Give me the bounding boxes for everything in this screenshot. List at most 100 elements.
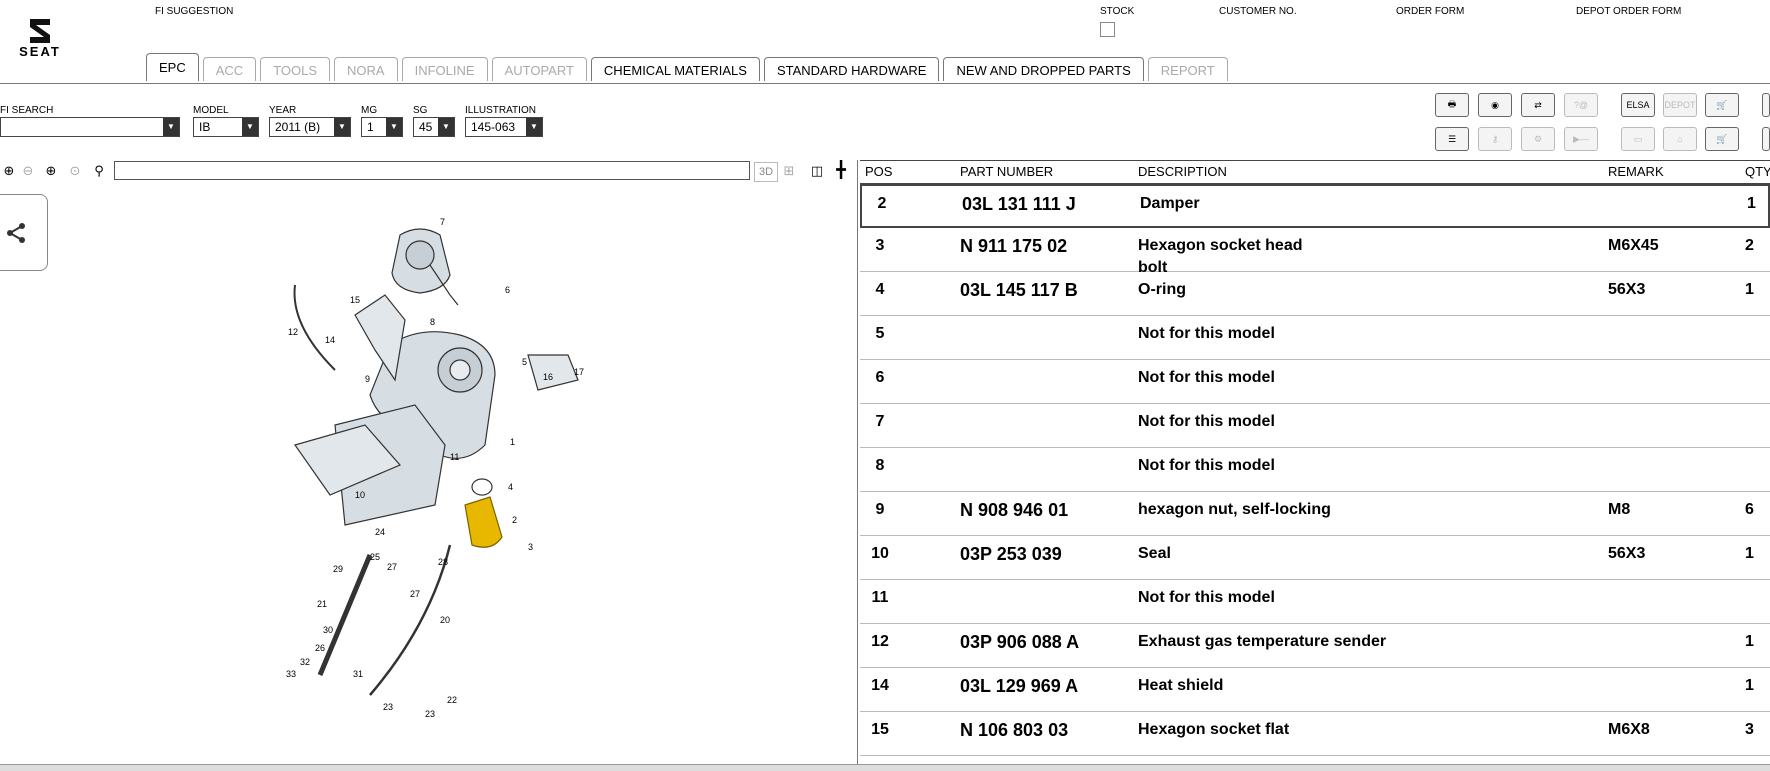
tab-autopart[interactable]: AUTOPART [491,57,587,81]
depot-order-form-link[interactable]: DEPOT ORDER FORM [1576,6,1681,17]
table-row[interactable]: 3N 911 175 02 Hexagon socket head M6X45 2 bo… [860,228,1770,276]
fi-search-select[interactable]: ▼ [0,117,180,137]
cart-button[interactable]: 🛒 [1705,93,1739,117]
tab-acc[interactable]: ACC [202,57,257,81]
screen-button[interactable]: ▭ [1621,127,1655,151]
row-part-number: 03L 131 111 J [962,194,1076,214]
row-description: Hexagon socket flat [1138,721,1290,738]
help-button[interactable]: ?@ [1564,93,1598,117]
row-part-number: 03P 906 088 A [960,632,1080,652]
row-description: Not for this model [1138,589,1275,606]
table-row[interactable]: 5 Not for this model [860,316,1770,360]
fi-suggestion-link[interactable]: FI SUGGESTION [155,6,233,17]
row-qty: 1 [1747,195,1756,212]
list-button[interactable]: ☰ [1435,127,1469,151]
pane-divider[interactable] [857,160,858,770]
more-button[interactable] [1762,93,1770,117]
tab-tools[interactable]: TOOLS [260,57,331,81]
table-row[interactable]: 7 Not for this model [860,404,1770,448]
zoom-fit-icon[interactable]: ⊙ [66,162,84,180]
search-input[interactable] [114,161,750,180]
table-row[interactable]: 9 N 908 946 01 hexagon nut, self-locking M8… [860,492,1770,536]
cart-add-icon: 🛒 [1716,133,1728,144]
col-qty[interactable]: QTY [1745,164,1770,179]
zoom-area-icon[interactable]: ⊕ [42,162,60,180]
illustration-select[interactable]: 145-063 ▼ [465,117,543,137]
table-row[interactable]: 15 N 106 803 03 Hexagon socket flat M6X8 3 [860,712,1770,756]
table-row[interactable]: 8 Not for this model [860,448,1770,492]
elsa-button[interactable]: ELSA [1621,93,1655,117]
callout-label: 12 [288,327,298,337]
damper-highlight[interactable] [464,496,503,548]
list-icon: ☰ [1447,133,1457,144]
callout-label: 11 [450,452,459,462]
year-select[interactable]: 2011 (B) ▼ [269,117,351,137]
tab-epc[interactable]: EPC [146,53,199,81]
row-description: O-ring [1138,281,1186,298]
handshake-button[interactable]: ⇄ [1521,93,1555,117]
row-pos: 14 [871,677,889,694]
model-select[interactable]: IB ▼ [193,117,259,137]
table-row[interactable]: 2 03L 131 111 J Damper 1 [860,184,1770,228]
info-button[interactable]: ◉ [1478,93,1512,117]
tab-report[interactable]: REPORT [1147,57,1228,81]
sg-value: 45 [419,120,433,134]
mg-select[interactable]: 1 ▼ [361,117,403,137]
order-form-link[interactable]: ORDER FORM [1396,6,1464,17]
print-button[interactable]: 🖶 [1435,93,1469,117]
row-part-number: N 106 803 03 [960,720,1069,740]
callout-label: 27 [387,562,397,572]
house-icon: ⌂ [1677,134,1683,144]
search-icon[interactable]: ⚲ [90,162,108,180]
mg-label: MG [361,105,378,116]
row-description: Not for this model [1138,413,1275,430]
transmission-button[interactable]: ⚙ [1521,127,1555,151]
zoom-out-icon[interactable]: ⊖ [19,162,37,180]
table-row[interactable]: 14 03L 129 969 A Heat shield 1 [860,668,1770,712]
table-row[interactable]: 11 Not for this model [860,580,1770,624]
table-row[interactable]: 4 03L 145 117 B O-ring 56X3 1 [860,272,1770,316]
callout-label: 7 [440,217,445,227]
share-panel-tab[interactable] [0,194,48,271]
grid-view-icon[interactable]: ⊞ [780,162,798,180]
callout-label: 5 [522,357,527,367]
row-pos: 6 [875,369,885,386]
col-description[interactable]: DESCRIPTION [1138,164,1227,179]
key-button[interactable]: ⚷ [1478,127,1512,151]
stock-checkbox[interactable] [1100,22,1115,37]
house-button[interactable]: ⌂ [1663,127,1697,151]
tab-standard-hardware[interactable]: STANDARD HARDWARE [763,57,940,81]
exploded-illustration[interactable]: 7 6 15 8 12 14 5 16 17 9 11 1 4 2 3 10 2… [260,205,600,725]
table-row[interactable]: 6 Not for this model [860,360,1770,404]
stock-label: STOCK [1100,6,1135,17]
resize-icon[interactable]: ╋ [832,162,850,180]
row-remark: M6X8 [1608,721,1650,738]
callout-label: 4 [508,482,513,492]
cart-add-button[interactable]: 🛒 [1705,127,1739,151]
fi-search-label: FI SEARCH [0,105,54,116]
row-qty: 3 [1745,721,1754,738]
model-value: IB [199,120,211,134]
tab-chemical-materials[interactable]: CHEMICAL MATERIALS [590,57,760,81]
col-pos[interactable]: POS [865,164,892,179]
tab-nora[interactable]: NORA [334,57,398,81]
share-icon [7,223,25,243]
view-3d-button[interactable]: 3D [754,162,778,182]
play-button[interactable]: ▶— [1564,127,1598,151]
split-view-icon[interactable]: ◫ [808,162,826,180]
tab-new-and-dropped-parts[interactable]: NEW AND DROPPED PARTS [943,57,1144,81]
callout-label: 8 [430,317,435,327]
more-button-2[interactable] [1762,127,1770,151]
key-icon: ⚷ [1491,133,1499,144]
col-part-number[interactable]: PART NUMBER [960,164,1053,179]
tab-infoline[interactable]: INFOLINE [401,57,488,81]
table-row[interactable]: 12 03P 906 088 A Exhaust gas temperature s… [860,624,1770,668]
row-part-number: 03L 145 117 B [960,280,1078,300]
zoom-in-icon[interactable]: ⊕ [0,162,18,180]
customer-no-label[interactable]: CUSTOMER NO. [1219,6,1297,17]
sg-select[interactable]: 45 ▼ [413,117,455,137]
col-remark[interactable]: REMARK [1608,164,1664,179]
table-row[interactable]: 10 03P 253 039 Seal 56X3 1 [860,536,1770,580]
depot-button[interactable]: DEPOT [1663,93,1697,117]
printer-icon: 🖶 [1447,99,1457,109]
